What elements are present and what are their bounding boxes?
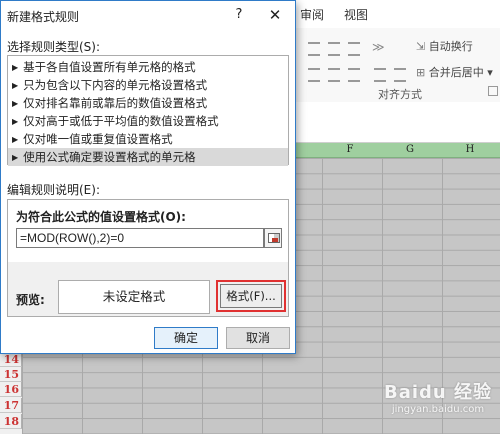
triangle-right-icon: ▶ <box>12 99 19 108</box>
dialog-title: 新建格式规则 <box>7 10 80 24</box>
range-arrow-icon <box>272 238 278 242</box>
row-header-16[interactable]: 16 <box>0 382 22 397</box>
new-format-rule-dialog: 新建格式规则 ? ✕ 选择规则类型(S): ▶ 基于各自值设置所有单元格的格式 ▶… <box>0 0 296 354</box>
triangle-right-icon: ▶ <box>12 135 19 144</box>
rule-type-item[interactable]: ▶ 只为包含以下内容的单元格设置格式 <box>8 76 288 94</box>
align-top-icon[interactable] <box>308 42 320 56</box>
cancel-button[interactable]: 取消 <box>226 327 290 349</box>
increase-indent-icon[interactable] <box>394 68 406 82</box>
tab-view[interactable]: 视图 <box>344 6 368 23</box>
dialog-launcher-icon[interactable] <box>488 86 498 96</box>
collapse-dialog-button[interactable] <box>264 228 282 248</box>
align-middle-icon[interactable] <box>328 42 340 56</box>
dialog-titlebar[interactable]: 新建格式规则 ? ✕ <box>1 1 295 31</box>
rule-type-item[interactable]: ▶ 仅对高于或低于平均值的数值设置格式 <box>8 112 288 130</box>
formula-section: 为符合此公式的值设置格式(O): <box>8 200 288 262</box>
chevron-down-icon: ▾ <box>483 66 493 79</box>
ok-button[interactable]: 确定 <box>154 327 218 349</box>
rule-type-item[interactable]: ▶ 基于各自值设置所有单元格的格式 <box>8 58 288 76</box>
row-header-17[interactable]: 17 <box>0 398 22 413</box>
rule-type-item[interactable]: ▶ 仅对唯一值或重复值设置格式 <box>8 130 288 148</box>
preview-box: 未设定格式 <box>58 280 210 314</box>
watermark: Baidu 经验 jingyan.baidu.com <box>380 378 496 430</box>
formula-label: 为符合此公式的值设置格式(O): <box>16 210 186 224</box>
column-header-h[interactable]: H <box>440 143 500 158</box>
tab-review[interactable]: 审阅 <box>300 6 324 23</box>
triangle-right-icon: ▶ <box>12 81 19 90</box>
merge-icon: ⊞ <box>416 66 429 79</box>
rule-description-box: 为符合此公式的值设置格式(O): 预览: 未设定格式 格式(F)... <box>7 199 289 317</box>
help-button[interactable]: ? <box>227 4 251 26</box>
row-header-15[interactable]: 15 <box>0 367 22 382</box>
row-header-14[interactable]: 14 <box>0 352 22 367</box>
triangle-right-icon: ▶ <box>12 63 19 72</box>
format-button[interactable]: 格式(F)... <box>220 284 282 308</box>
formula-input[interactable] <box>16 228 264 248</box>
triangle-right-icon: ▶ <box>12 117 19 126</box>
column-header-g[interactable]: G <box>380 143 441 158</box>
wrap-text-button[interactable]: ⇲ 自动换行 <box>416 38 473 54</box>
triangle-right-icon: ▶ <box>12 153 19 162</box>
decrease-indent-icon[interactable] <box>374 68 386 82</box>
close-button[interactable]: ✕ <box>263 4 287 26</box>
align-right-icon[interactable] <box>348 68 360 82</box>
edit-rule-label: 编辑规则说明(E): <box>7 183 100 197</box>
ribbon-group-alignment: 对齐方式 <box>378 88 422 101</box>
wrap-text-icon: ⇲ <box>416 40 429 53</box>
align-bottom-icon[interactable] <box>348 42 360 56</box>
orientation-icon[interactable]: ≫ <box>372 40 385 54</box>
rule-type-item[interactable]: ▶ 仅对排名靠前或靠后的数值设置格式 <box>8 94 288 112</box>
rule-type-list[interactable]: ▶ 基于各自值设置所有单元格的格式 ▶ 只为包含以下内容的单元格设置格式 ▶ 仅对排名… <box>7 55 289 166</box>
rule-type-item-selected[interactable]: ▶ 使用公式确定要设置格式的单元格 <box>8 148 288 166</box>
align-left-icon[interactable] <box>308 68 320 82</box>
row-header-18[interactable]: 18 <box>0 414 22 429</box>
merge-center-button[interactable]: ⊞ 合并后居中 ▾ <box>416 64 493 80</box>
preview-label: 预览: <box>16 293 45 307</box>
rule-type-label: 选择规则类型(S): <box>7 40 101 54</box>
watermark-url: jingyan.baidu.com <box>391 404 485 415</box>
align-center-icon[interactable] <box>328 68 340 82</box>
watermark-logo: Baidu 经验 <box>383 382 492 403</box>
